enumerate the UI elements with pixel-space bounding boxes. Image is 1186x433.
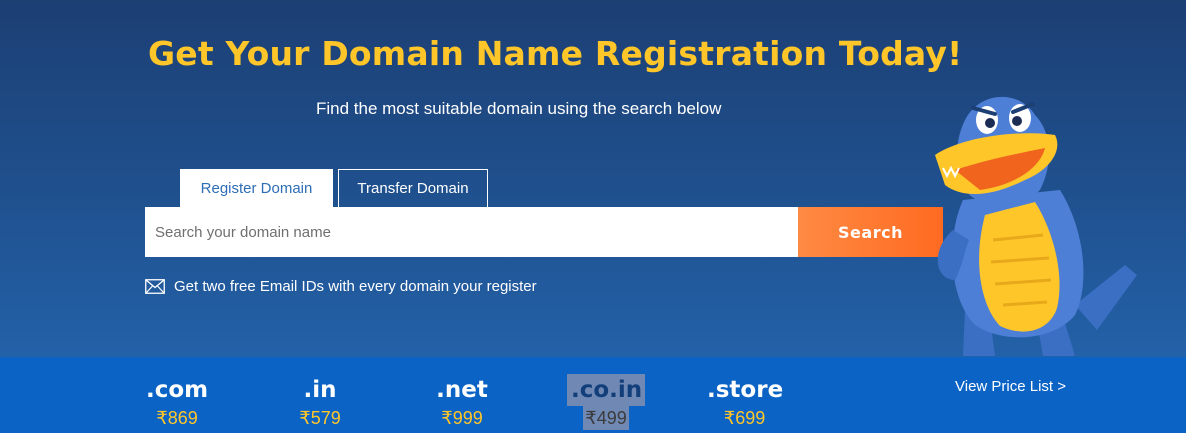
email-note: Get two free Email IDs with every domain…	[145, 278, 537, 295]
search-button[interactable]: Search	[798, 207, 943, 257]
tld-price: ₹499	[583, 406, 629, 430]
page-title: Get Your Domain Name Registration Today!	[148, 34, 963, 73]
tld-price: ₹699	[723, 408, 766, 428]
domain-search-input[interactable]	[145, 207, 798, 257]
tld-price: ₹999	[441, 408, 483, 428]
tld-extension: .com	[146, 377, 209, 403]
tld-item-co-in[interactable]: .co.in ₹499	[567, 374, 645, 430]
hero-section: Get Your Domain Name Registration Today!…	[0, 0, 1186, 357]
tab-transfer-domain[interactable]: Transfer Domain	[338, 169, 488, 207]
tld-item-store[interactable]: .store ₹699	[707, 374, 784, 430]
envelope-icon	[145, 279, 165, 294]
tld-price-strip: .com ₹869 .in ₹579 .net ₹999 .co.in ₹499…	[0, 357, 1186, 433]
tld-item-in[interactable]: .in ₹579	[296, 374, 344, 430]
tld-extension: .co.in	[567, 374, 645, 406]
tld-item-com[interactable]: .com ₹869	[146, 374, 208, 430]
view-price-list-link[interactable]: View Price List >	[955, 378, 1066, 395]
mascot-illustration	[935, 96, 1137, 356]
page-subtitle: Find the most suitable domain using the …	[316, 99, 722, 118]
tld-extension: .store	[707, 377, 784, 403]
tld-price: ₹579	[299, 408, 341, 428]
tld-price: ₹869	[156, 408, 198, 428]
tld-extension: .net	[436, 377, 488, 403]
tld-extension: .in	[303, 377, 337, 403]
tab-register-domain[interactable]: Register Domain	[180, 169, 333, 207]
email-note-text: Get two free Email IDs with every domain…	[174, 278, 537, 295]
tld-item-net[interactable]: .net ₹999	[436, 374, 488, 430]
